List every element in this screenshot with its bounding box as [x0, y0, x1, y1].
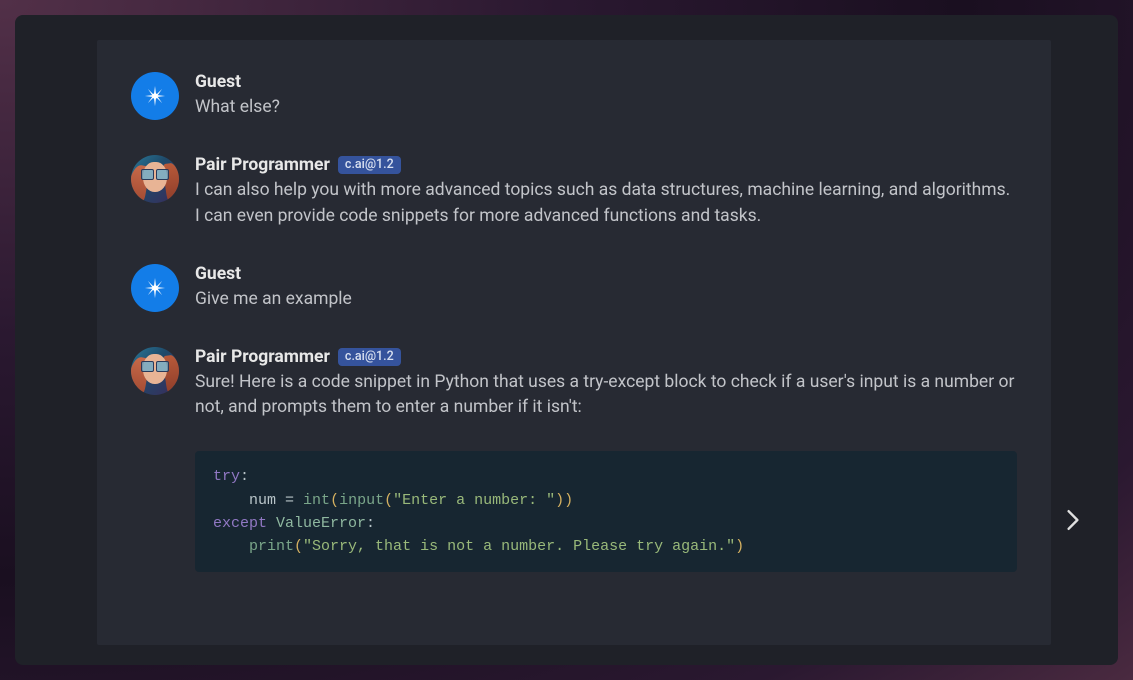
message-body: Guest What else?: [195, 72, 1017, 121]
burst-icon: [144, 277, 166, 299]
bot-portrait-icon: [131, 347, 179, 395]
bot-avatar[interactable]: [131, 347, 179, 395]
message-header: Guest: [195, 72, 1017, 92]
message-body: Pair Programmer c.ai@1.2 I can also help…: [195, 155, 1017, 230]
message-guest-2: Guest Give me an example: [131, 264, 1017, 313]
bot-avatar[interactable]: [131, 155, 179, 203]
message-body: Guest Give me an example: [195, 264, 1017, 313]
message-text: Sure! Here is a code snippet in Python t…: [195, 370, 1017, 422]
message-guest-1: Guest What else?: [131, 72, 1017, 121]
model-badge: c.ai@1.2: [338, 156, 401, 174]
burst-icon: [144, 85, 166, 107]
sender-name: Guest: [195, 264, 241, 284]
chat-panel: Guest What else? Pair Programmer c.ai@1.…: [97, 40, 1051, 645]
code-block[interactable]: try: num = int(input("Enter a number: ")…: [195, 451, 1017, 572]
chevron-right-icon: [1066, 509, 1080, 531]
sender-name: Pair Programmer: [195, 155, 330, 175]
outer-panel: Guest What else? Pair Programmer c.ai@1.…: [15, 15, 1118, 665]
message-header: Pair Programmer c.ai@1.2: [195, 155, 1017, 175]
bot-portrait-icon: [131, 155, 179, 203]
message-bot-1: Pair Programmer c.ai@1.2 I can also help…: [131, 155, 1017, 230]
sender-name: Pair Programmer: [195, 347, 330, 367]
message-text: I can also help you with more advanced t…: [195, 178, 1017, 230]
sender-name: Guest: [195, 72, 241, 92]
guest-avatar[interactable]: [131, 72, 179, 120]
message-header: Guest: [195, 264, 1017, 284]
guest-avatar[interactable]: [131, 264, 179, 312]
message-header: Pair Programmer c.ai@1.2: [195, 347, 1017, 367]
message-text: Give me an example: [195, 287, 1017, 313]
next-button[interactable]: [1058, 505, 1088, 535]
message-body: Pair Programmer c.ai@1.2 Sure! Here is a…: [195, 347, 1017, 573]
message-text: What else?: [195, 95, 1017, 121]
message-bot-2: Pair Programmer c.ai@1.2 Sure! Here is a…: [131, 347, 1017, 573]
model-badge: c.ai@1.2: [338, 348, 401, 366]
